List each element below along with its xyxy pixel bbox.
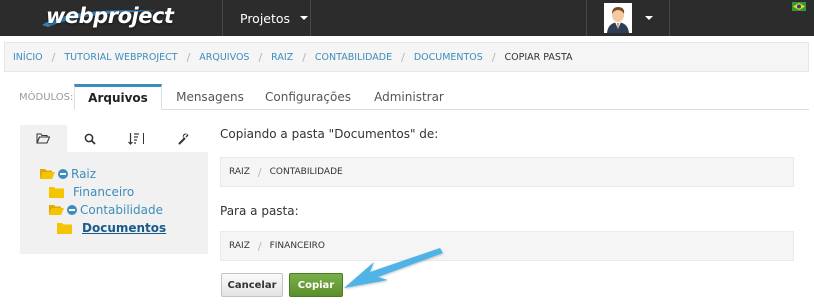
projects-dropdown[interactable]: Projetos <box>240 0 309 36</box>
folder-icon <box>49 187 64 198</box>
navbar-divider <box>222 0 223 36</box>
pointer-arrow-icon <box>344 248 443 288</box>
sort-icon <box>128 133 144 145</box>
breadcrumb-separator: / <box>401 50 405 64</box>
tree-item-documentos[interactable]: Documentos <box>57 220 166 236</box>
folder-open-icon <box>49 205 64 215</box>
panel-tabs <box>20 125 208 152</box>
tab-configuracoes[interactable]: Configurações <box>256 84 360 110</box>
navbar-divider <box>586 0 587 36</box>
copying-label: Copiando a pasta "Documentos" de: <box>220 127 439 141</box>
chevron-down-icon <box>300 16 309 20</box>
tab-search[interactable] <box>67 125 113 152</box>
projects-label: Projetos <box>240 10 291 26</box>
path-separator: / <box>257 165 262 179</box>
collapse-icon[interactable] <box>67 205 77 215</box>
tab-administrar[interactable]: Administrar <box>366 84 452 110</box>
breadcrumb-separator: / <box>258 50 263 64</box>
breadcrumb: INÍCIO / TUTORIAL WEBPROJECT / ARQUIVOS … <box>4 42 809 72</box>
target-label: Para a pasta: <box>220 204 299 218</box>
navbar-divider <box>669 0 670 36</box>
tab-sort[interactable] <box>114 125 160 152</box>
tree-item-label[interactable]: Contabilidade <box>80 203 163 217</box>
source-path-segment: CONTABILIDADE <box>269 167 343 177</box>
source-path-segment: RAIZ <box>229 167 250 177</box>
target-path-segment: RAIZ <box>229 241 250 251</box>
folder-tree-panel: Raiz Financeiro Contabilidade Documentos <box>20 125 208 254</box>
breadcrumb-separator: / <box>51 50 56 64</box>
cancel-button[interactable]: Cancelar <box>221 273 283 297</box>
user-avatar-icon <box>604 3 632 33</box>
tree-item-label[interactable]: Documentos <box>82 221 166 235</box>
tab-tools[interactable] <box>161 125 207 152</box>
breadcrumb-link-contabilidade[interactable]: CONTABILIDADE <box>315 52 392 63</box>
search-icon <box>84 133 96 145</box>
folder-icon <box>57 223 72 234</box>
tree-item-financeiro[interactable]: Financeiro <box>49 184 134 200</box>
modules-label: MÓDULOS: <box>19 92 74 103</box>
top-navbar: webproject Projetos <box>0 0 814 36</box>
wrench-icon <box>178 133 189 144</box>
breadcrumb-link-tutorial-webproject[interactable]: TUTORIAL WEBPROJECT <box>64 52 177 63</box>
breadcrumb-link-inicio[interactable]: INÍCIO <box>13 52 43 63</box>
breadcrumb-link-raiz[interactable]: RAIZ <box>271 52 293 63</box>
tree-item-label[interactable]: Raiz <box>71 167 96 181</box>
brazil-flag-icon[interactable] <box>792 2 806 11</box>
source-path: RAIZ / CONTABILIDADE <box>220 157 794 187</box>
breadcrumb-separator: / <box>302 50 306 64</box>
chevron-down-icon <box>645 16 653 20</box>
path-separator: / <box>257 239 262 253</box>
tab-mensagens[interactable]: Mensagens <box>170 84 250 110</box>
breadcrumb-link-documentos[interactable]: DOCUMENTOS <box>414 52 483 63</box>
module-tabs: MÓDULOS: Arquivos Mensagens Configuraçõe… <box>0 84 814 110</box>
folder-tree: Raiz Financeiro Contabilidade Documentos <box>20 152 208 254</box>
breadcrumb-separator: / <box>491 50 496 64</box>
user-menu-dropdown[interactable] <box>604 2 653 34</box>
breadcrumb-current: COPIAR PASTA <box>504 51 573 63</box>
collapse-icon[interactable] <box>58 169 68 179</box>
tree-item-raiz[interactable]: Raiz <box>40 166 96 182</box>
tab-folders[interactable] <box>20 125 66 152</box>
folder-open-icon <box>36 133 50 144</box>
tree-item-label[interactable]: Financeiro <box>73 185 134 199</box>
navbar-divider <box>310 0 311 36</box>
webproject-logo[interactable]: webproject <box>40 3 174 29</box>
logo-text: webproject <box>46 4 174 28</box>
breadcrumb-link-arquivos[interactable]: ARQUIVOS <box>199 52 249 63</box>
folder-open-icon <box>40 169 55 179</box>
tree-item-contabilidade[interactable]: Contabilidade <box>49 202 163 218</box>
tab-arquivos[interactable]: Arquivos <box>74 84 162 110</box>
breadcrumb-separator: / <box>186 50 191 64</box>
